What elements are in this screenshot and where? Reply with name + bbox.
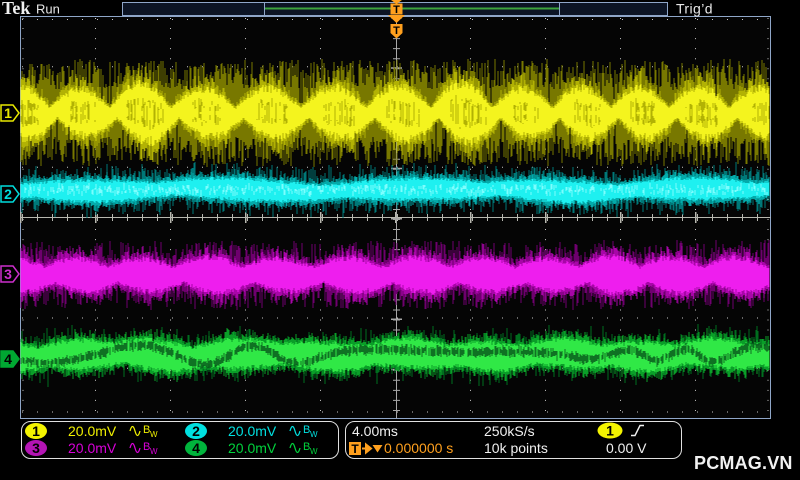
svg-text:2: 2 bbox=[192, 423, 200, 439]
svg-text:10k points: 10k points bbox=[484, 440, 548, 456]
svg-text:0.000000 s: 0.000000 s bbox=[384, 440, 453, 456]
svg-text:20.0mV: 20.0mV bbox=[228, 440, 277, 456]
svg-text:W: W bbox=[310, 430, 318, 439]
svg-text:1: 1 bbox=[606, 423, 614, 439]
svg-text:Tek: Tek bbox=[2, 0, 30, 18]
svg-text:4: 4 bbox=[4, 351, 12, 367]
svg-text:3: 3 bbox=[4, 266, 12, 282]
svg-text:1: 1 bbox=[4, 105, 12, 121]
svg-text:Trig’d: Trig’d bbox=[676, 1, 713, 17]
svg-text:20.0mV: 20.0mV bbox=[68, 423, 117, 439]
svg-text:1: 1 bbox=[32, 423, 40, 439]
svg-text:3: 3 bbox=[32, 440, 40, 456]
svg-text:0.00 V: 0.00 V bbox=[606, 440, 647, 456]
svg-text:W: W bbox=[150, 430, 158, 439]
svg-text:T: T bbox=[351, 442, 359, 456]
svg-text:Run: Run bbox=[36, 2, 60, 17]
svg-text:PCMAG.VN: PCMAG.VN bbox=[694, 453, 793, 473]
svg-text:250kS/s: 250kS/s bbox=[484, 423, 535, 439]
svg-text:20.0mV: 20.0mV bbox=[228, 423, 277, 439]
svg-text:T: T bbox=[393, 4, 400, 16]
svg-text:4.00ms: 4.00ms bbox=[352, 423, 398, 439]
svg-text:W: W bbox=[150, 447, 158, 456]
svg-text:4: 4 bbox=[192, 440, 200, 456]
svg-text:T: T bbox=[393, 25, 400, 37]
svg-text:2: 2 bbox=[4, 186, 12, 202]
svg-text:20.0mV: 20.0mV bbox=[68, 440, 117, 456]
svg-text:W: W bbox=[310, 447, 318, 456]
